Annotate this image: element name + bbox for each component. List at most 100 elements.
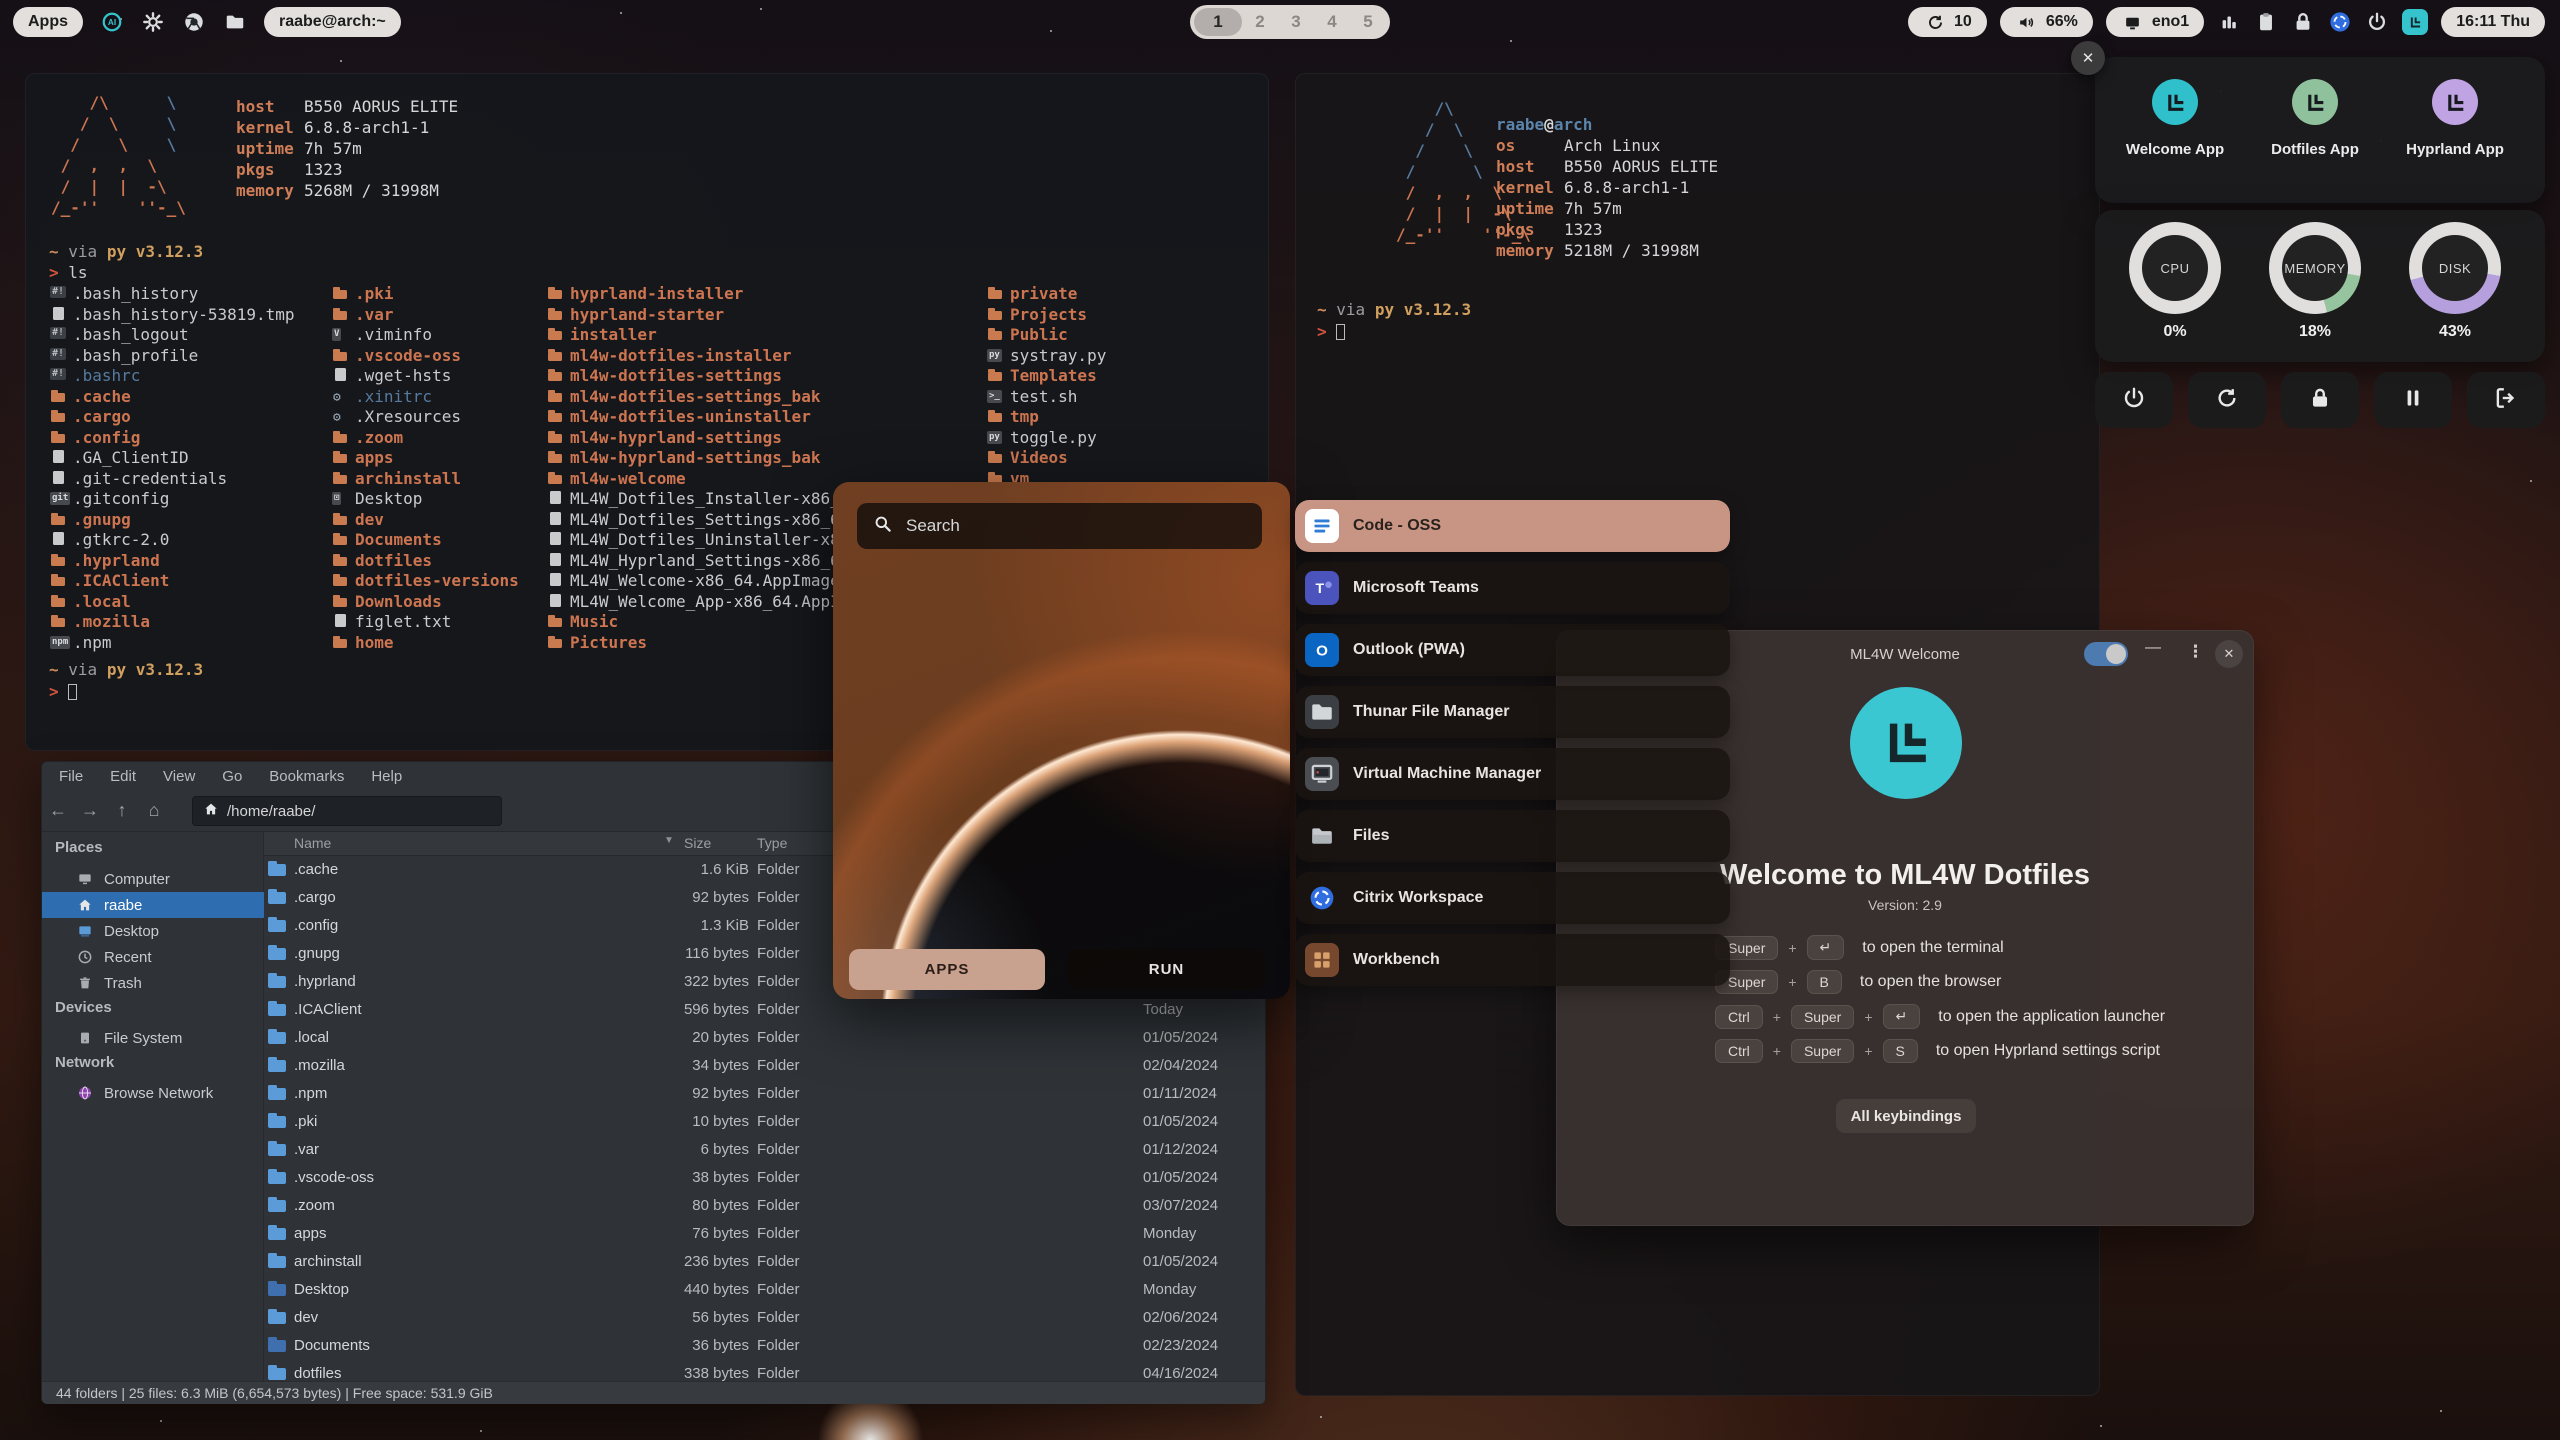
menu-file[interactable]: File	[59, 768, 83, 785]
menu-help[interactable]: Help	[371, 768, 402, 785]
app-item-outlook-pwa-[interactable]: OOutlook (PWA)	[1295, 624, 1730, 676]
ls-entry[interactable]: .bashrc	[49, 366, 295, 387]
ls-entry[interactable]: Templates	[986, 366, 1106, 387]
sidebar-item-browse-network[interactable]: Browse Network	[42, 1080, 264, 1106]
ls-entry[interactable]: .gnupg	[49, 510, 295, 531]
ls-entry[interactable]: .xinitrc	[331, 387, 519, 408]
forward-icon[interactable]: →	[74, 800, 106, 821]
workspace-2[interactable]: 2	[1242, 12, 1278, 32]
prompt-cursor-line[interactable]: >	[1317, 322, 1345, 341]
ls-entry[interactable]: ⊡Desktop	[331, 489, 519, 510]
ls-entry[interactable]: .var	[331, 305, 519, 326]
ls-entry[interactable]: home	[331, 633, 519, 654]
ls-entry[interactable]: dotfiles	[331, 551, 519, 572]
tab-run[interactable]: RUN	[1068, 949, 1265, 990]
sidebar-item-raabe[interactable]: raabe	[42, 892, 264, 918]
menu-bookmarks[interactable]: Bookmarks	[269, 768, 344, 785]
ls-entry[interactable]: ml4w-dotfiles-installer	[546, 346, 965, 367]
column-name[interactable]: Name	[294, 835, 331, 851]
search-input[interactable]	[906, 516, 1226, 536]
ls-entry[interactable]: ml4w-hyprland-settings	[546, 428, 965, 449]
ls-entry[interactable]: .GA_ClientID	[49, 448, 295, 469]
up-icon[interactable]: ↑	[106, 800, 138, 821]
ls-entry[interactable]: hyprland-installer	[546, 284, 965, 305]
ls-entry[interactable]: tmp	[986, 407, 1106, 428]
all-keybindings-button[interactable]: All keybindings	[1836, 1099, 1976, 1133]
ls-entry[interactable]: .vscode-oss	[331, 346, 519, 367]
ls-entry[interactable]: npm.npm	[49, 633, 295, 654]
clipboard-icon[interactable]	[2254, 10, 2278, 34]
file-row[interactable]: .npm92 bytesFolder01/11/2024	[264, 1081, 1267, 1109]
menu-edit[interactable]: Edit	[110, 768, 136, 785]
widget-app-dotfiles-app[interactable]: Dotfiles App	[2245, 57, 2385, 158]
ls-entry[interactable]: pytoggle.py	[986, 428, 1106, 449]
autostart-toggle[interactable]	[2084, 642, 2128, 666]
file-row[interactable]: .pki10 bytesFolder01/05/2024	[264, 1109, 1267, 1137]
menu-kebab-icon[interactable]: ⋮	[2187, 642, 2204, 662]
ls-entry[interactable]: .hyprland	[49, 551, 295, 572]
app-item-citrix-workspace[interactable]: Citrix Workspace	[1295, 872, 1730, 924]
sidebar-item-file-system[interactable]: File System	[42, 1025, 264, 1051]
file-row[interactable]: .vscode-oss38 bytesFolder01/05/2024	[264, 1165, 1267, 1193]
app-item-microsoft-teams[interactable]: TMicrosoft Teams	[1295, 562, 1730, 614]
prompt-cursor-line[interactable]: >	[49, 682, 77, 701]
sort-icon[interactable]: ▼	[664, 835, 674, 846]
ls-entry[interactable]: .config	[49, 428, 295, 449]
ls-entry[interactable]: .git-credentials	[49, 469, 295, 490]
logout-button[interactable]	[2467, 372, 2545, 428]
app-item-virtual-machine-manager[interactable]: Virtual Machine Manager	[1295, 748, 1730, 800]
file-row[interactable]: .mozilla34 bytesFolder02/04/2024	[264, 1053, 1267, 1081]
ml4w-icon[interactable]	[2402, 9, 2428, 35]
ls-entry[interactable]: .Xresources	[331, 407, 519, 428]
back-icon[interactable]: ←	[42, 800, 74, 821]
ls-entry[interactable]: >_test.sh	[986, 387, 1106, 408]
ls-entry[interactable]: Downloads	[331, 592, 519, 613]
ls-entry[interactable]: installer	[546, 325, 965, 346]
ls-entry[interactable]: .bash_logout	[49, 325, 295, 346]
ls-entry[interactable]: dotfiles-versions	[331, 571, 519, 592]
sidebar-item-recent[interactable]: Recent	[42, 944, 264, 970]
ls-entry[interactable]: archinstall	[331, 469, 519, 490]
file-row[interactable]: Desktop440 bytesFolderMonday	[264, 1277, 1267, 1305]
ls-entry[interactable]: V.viminfo	[331, 325, 519, 346]
ls-entry[interactable]: ml4w-dotfiles-settings_bak	[546, 387, 965, 408]
ls-entry[interactable]: .cargo	[49, 407, 295, 428]
workspace-3[interactable]: 3	[1278, 12, 1314, 32]
lock-big-button[interactable]	[2281, 372, 2359, 428]
folder-icon[interactable]	[223, 10, 247, 34]
active-window-title[interactable]: raabe@arch:~	[264, 7, 401, 37]
ls-entry[interactable]: ml4w-dotfiles-uninstaller	[546, 407, 965, 428]
app-item-code-oss[interactable]: Code - OSS	[1295, 500, 1730, 552]
citrix-icon[interactable]	[2328, 10, 2352, 34]
ls-entry[interactable]: ml4w-hyprland-settings_bak	[546, 448, 965, 469]
sidebar-item-trash[interactable]: Trash	[42, 970, 264, 996]
ls-entry[interactable]: .bash_history	[49, 284, 295, 305]
ls-entry[interactable]: .bash_history-53819.tmp	[49, 305, 295, 326]
updates-indicator[interactable]: 10	[1908, 7, 1987, 37]
file-row[interactable]: dev56 bytesFolder02/06/2024	[264, 1305, 1267, 1333]
file-row[interactable]: .zoom80 bytesFolder03/07/2024	[264, 1193, 1267, 1221]
file-row[interactable]: archinstall236 bytesFolder01/05/2024	[264, 1249, 1267, 1277]
ls-entry[interactable]: hyprland-starter	[546, 305, 965, 326]
ls-entry[interactable]: Projects	[986, 305, 1106, 326]
ls-entry[interactable]: git.gitconfig	[49, 489, 295, 510]
apps-button[interactable]: Apps	[13, 7, 83, 37]
sidebar-item-computer[interactable]: Computer	[42, 866, 264, 892]
workspace-5[interactable]: 5	[1350, 12, 1386, 32]
suspend-button[interactable]	[2374, 372, 2452, 428]
file-row[interactable]: apps76 bytesFolderMonday	[264, 1221, 1267, 1249]
ls-entry[interactable]: pysystray.py	[986, 346, 1106, 367]
ls-entry[interactable]: apps	[331, 448, 519, 469]
ls-entry[interactable]: .gtkrc-2.0	[49, 530, 295, 551]
file-row[interactable]: .ICAClient596 bytesFolderToday	[264, 997, 1267, 1025]
file-row[interactable]: dotfiles338 bytesFolder04/16/2024	[264, 1361, 1267, 1381]
widget-app-welcome-app[interactable]: Welcome App	[2105, 57, 2245, 158]
sidebar-item-desktop[interactable]: Desktop	[42, 918, 264, 944]
menu-go[interactable]: Go	[222, 768, 242, 785]
reboot-button[interactable]	[2188, 372, 2266, 428]
workspace-4[interactable]: 4	[1314, 12, 1350, 32]
workspace-1[interactable]: 1	[1194, 8, 1242, 36]
chrome-icon[interactable]	[182, 10, 206, 34]
ls-entry[interactable]: .zoom	[331, 428, 519, 449]
tab-apps[interactable]: APPS	[849, 949, 1045, 990]
